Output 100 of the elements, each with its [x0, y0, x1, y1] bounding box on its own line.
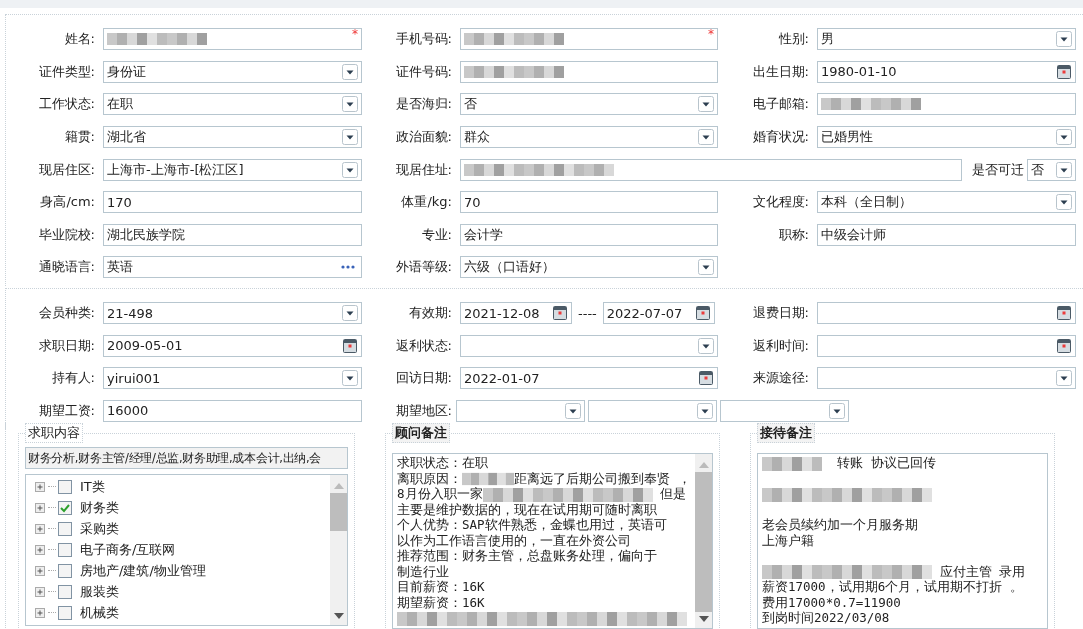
- tree-item[interactable]: 房地产/建筑/物业管理: [80, 561, 206, 580]
- checkbox[interactable]: [58, 542, 72, 557]
- dropdown-icon[interactable]: [697, 402, 713, 419]
- text-field[interactable]: *: [460, 28, 718, 51]
- select-field[interactable]: 在职: [103, 93, 362, 116]
- calendar-icon[interactable]: [1056, 337, 1072, 354]
- required-mark: *: [352, 27, 358, 42]
- tree-item[interactable]: 电子商务/互联网: [80, 540, 176, 559]
- date-field[interactable]: 2009-05-01: [103, 334, 362, 357]
- tree-item[interactable]: 采购类: [80, 519, 119, 538]
- scroll-down-icon[interactable]: [333, 613, 344, 620]
- select-field[interactable]: 六级（口语好）: [460, 256, 718, 279]
- select-field[interactable]: 上海市-上海市-[松江区]: [103, 158, 362, 181]
- field-label: 手机号码:: [394, 30, 453, 49]
- checkbox[interactable]: [58, 605, 72, 620]
- calendar-icon[interactable]: [1056, 305, 1072, 322]
- more-icon[interactable]: [340, 264, 356, 271]
- expand-icon[interactable]: [34, 480, 46, 493]
- scroll-down-icon[interactable]: [698, 616, 709, 623]
- select-field[interactable]: 否: [1027, 158, 1076, 181]
- checkbox[interactable]: [58, 479, 72, 494]
- text-field[interactable]: [817, 93, 1076, 116]
- dropdown-icon[interactable]: [342, 370, 358, 387]
- text-field[interactable]: 湖北民族学院: [103, 223, 362, 246]
- calendar-icon[interactable]: [342, 337, 358, 354]
- date-field[interactable]: 2022-07-07: [602, 302, 715, 325]
- date-field[interactable]: 2021-12-08: [460, 302, 572, 325]
- dropdown-icon[interactable]: [342, 161, 358, 178]
- dropdown-icon[interactable]: [698, 259, 714, 276]
- calendar-icon[interactable]: [1056, 63, 1072, 80]
- expand-icon[interactable]: [34, 585, 46, 598]
- date-field[interactable]: 1980-01-10: [817, 60, 1076, 83]
- field-label: 毕业院校:: [37, 225, 96, 244]
- checkbox[interactable]: [58, 584, 72, 599]
- text-field[interactable]: 170: [103, 191, 362, 214]
- text-field[interactable]: [460, 60, 718, 83]
- expand-icon[interactable]: [34, 543, 46, 556]
- dropdown-icon[interactable]: [342, 305, 358, 322]
- field-label: 专业:: [420, 225, 453, 244]
- dropdown-icon[interactable]: [342, 63, 358, 80]
- tree-item[interactable]: 服装类: [80, 582, 119, 601]
- date-field[interactable]: 2022-01-07: [460, 367, 718, 390]
- dropdown-icon[interactable]: [1056, 31, 1072, 48]
- dropdown-icon[interactable]: [1056, 161, 1072, 178]
- calendar-icon[interactable]: [552, 305, 568, 322]
- scrollbar[interactable]: [695, 454, 712, 629]
- dropdown-icon[interactable]: [342, 129, 358, 146]
- select-field[interactable]: [460, 334, 718, 357]
- dropdown-icon[interactable]: [829, 402, 845, 419]
- checkbox[interactable]: [58, 521, 72, 536]
- dropdown-icon[interactable]: [1056, 370, 1072, 387]
- checkbox[interactable]: [58, 563, 72, 578]
- select-field[interactable]: 群众: [460, 126, 718, 149]
- select-field[interactable]: 男: [817, 28, 1076, 51]
- text-field[interactable]: *: [103, 28, 362, 51]
- text-field[interactable]: 16000: [103, 399, 362, 422]
- notes-textarea[interactable]: 求职状态：在职 离职原因： 距离远了后期公司搬到奉贤 ， 8月份入职一家 但是 主要是维护数据的，现在在试用期可随时离职 个人优势：SAP软件熟悉，金蝶也用过，英语可 以作为工作语言使用的，一直在外资公司 推荐范围：财务主管，总盘账务处理，偏向于 制造行业 目前薪资：16K 期望薪资：16K: [392, 453, 713, 629]
- select-field[interactable]: 已婚男性: [817, 126, 1076, 149]
- field-label: 是否可迁: [972, 160, 1024, 179]
- expand-icon[interactable]: [34, 501, 46, 514]
- select-field[interactable]: [720, 399, 849, 422]
- text-field[interactable]: 70: [460, 191, 718, 214]
- dropdown-icon[interactable]: [1056, 194, 1072, 211]
- dropdown-icon[interactable]: [1056, 129, 1072, 146]
- dropdown-icon[interactable]: [342, 96, 358, 113]
- field-label: 持有人:: [50, 369, 96, 388]
- date-field[interactable]: [817, 302, 1076, 325]
- dropdown-icon[interactable]: [698, 96, 714, 113]
- select-field[interactable]: [588, 399, 717, 422]
- select-field[interactable]: 本科（全日制）: [817, 191, 1076, 214]
- notes-textarea[interactable]: 转账 协议已回传 老会员续约加一个月服务期 上海户籍 应付主管 录用 薪资17000，试用期6个月，试用期不打折 。 费用17000*0.7=11900 到岗时间2022/03/08: [757, 453, 1048, 629]
- select-field[interactable]: [817, 367, 1076, 390]
- required-mark: *: [708, 27, 714, 42]
- text-field[interactable]: [460, 158, 962, 181]
- select-field[interactable]: 湖北省: [103, 126, 362, 149]
- expand-icon[interactable]: [34, 564, 46, 577]
- tree-item[interactable]: 财务类: [80, 498, 119, 517]
- select-field[interactable]: [456, 399, 585, 422]
- text-field[interactable]: 中级会计师: [817, 223, 1076, 246]
- expand-icon[interactable]: [34, 606, 46, 619]
- dropdown-icon[interactable]: [698, 129, 714, 146]
- select-field[interactable]: 21-498: [103, 302, 362, 325]
- tree-item[interactable]: 机械类: [80, 603, 119, 622]
- field-label: 职称:: [777, 225, 810, 244]
- select-field[interactable]: yirui001: [103, 367, 362, 390]
- dropdown-icon[interactable]: [565, 402, 581, 419]
- dropdown-icon[interactable]: [698, 337, 714, 354]
- note-text: 推荐范围：财务主管，总盘账务处理，偏向于: [397, 548, 657, 565]
- select-field[interactable]: 身份证: [103, 60, 362, 83]
- calendar-icon[interactable]: [694, 305, 711, 322]
- text-field[interactable]: 会计学: [460, 223, 718, 246]
- expand-icon[interactable]: [34, 522, 46, 535]
- select-field[interactable]: 否: [460, 93, 718, 116]
- scrollbar[interactable]: [330, 475, 347, 626]
- tree-item[interactable]: IT类: [80, 477, 105, 496]
- checkbox[interactable]: [58, 500, 72, 515]
- calendar-icon[interactable]: [698, 370, 714, 387]
- note-text: 离职原因：: [397, 470, 462, 487]
- date-field[interactable]: [817, 334, 1076, 357]
- picker-field[interactable]: 英语: [103, 256, 362, 279]
